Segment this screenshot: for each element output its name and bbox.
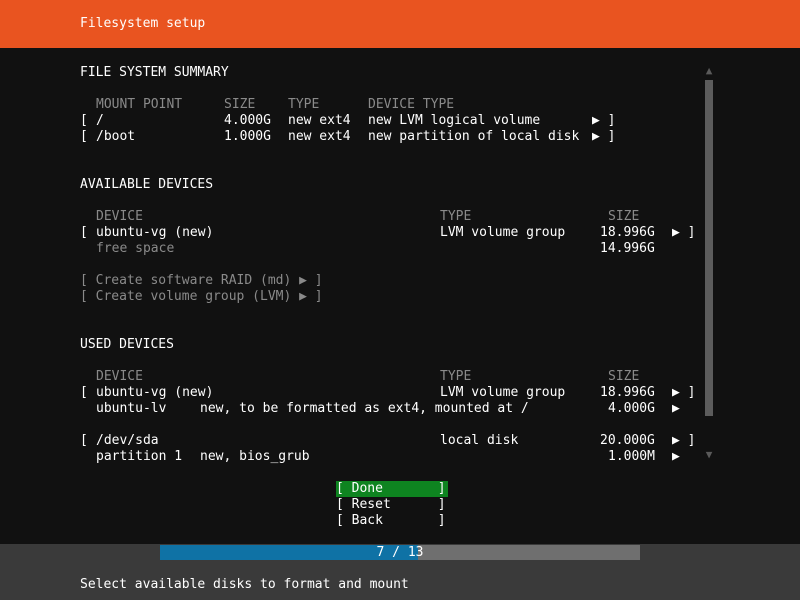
device-size: 18.996G	[600, 385, 655, 400]
progress-text: 7 / 13	[376, 545, 424, 560]
free-space-label: free space	[96, 241, 175, 256]
row-menu-arrow-icon[interactable]: ▶ ]	[672, 225, 695, 241]
mount-device-type: new LVM logical volume	[368, 113, 541, 128]
available-col-device: DEVICE	[96, 209, 143, 224]
free-space-size: 14.996G	[600, 241, 655, 256]
device-name: ubuntu-vg (new)	[96, 385, 214, 400]
row-menu-arrow-icon[interactable]: ▶ ]	[672, 433, 695, 449]
row-menu-arrow-icon[interactable]: ▶	[672, 449, 680, 465]
summary-col-size: SIZE	[224, 97, 256, 112]
device-name: partition 1	[96, 449, 183, 464]
summary-col-device-type: DEVICE TYPE	[368, 97, 455, 112]
row-bracket-open: [	[80, 225, 88, 240]
row-menu-arrow-icon[interactable]: ▶ ]	[672, 385, 695, 401]
summary-col-mount: MOUNT POINT	[96, 97, 183, 112]
mount-point: /	[96, 113, 104, 128]
mount-type: new ext4	[288, 129, 351, 144]
used-col-size: SIZE	[608, 369, 640, 384]
done-button[interactable]: [ Done ]	[336, 481, 448, 497]
device-size: 18.996G	[600, 225, 655, 240]
scrollbar-thumb[interactable]	[705, 80, 713, 416]
row-menu-arrow-icon[interactable]: ▶ ]	[592, 113, 615, 129]
available-col-size: SIZE	[608, 209, 640, 224]
summary-col-type: TYPE	[288, 97, 320, 112]
row-menu-arrow-icon[interactable]: ▶	[672, 401, 680, 417]
scroll-up-icon[interactable]: ▲	[704, 65, 714, 76]
row-bracket-open: [	[80, 385, 88, 400]
device-name: ubuntu-vg (new)	[96, 225, 214, 240]
available-col-type: TYPE	[440, 209, 472, 224]
device-type: LVM volume group	[440, 225, 566, 240]
used-col-type: TYPE	[440, 369, 472, 384]
scrollbar[interactable]	[705, 80, 713, 416]
footer-help-text: Select available disks to format and mou…	[80, 577, 409, 592]
used-col-device: DEVICE	[96, 369, 143, 384]
mount-point: /boot	[96, 129, 136, 144]
device-description: new, to be formatted as ext4, mounted at…	[200, 401, 529, 416]
device-type: local disk	[440, 433, 519, 448]
row-menu-arrow-icon[interactable]: ▶ ]	[592, 129, 615, 145]
progress-bar: 7 / 13	[160, 545, 640, 560]
device-description: new, bios_grub	[200, 449, 310, 464]
scroll-down-icon[interactable]: ▼	[704, 449, 714, 460]
create-raid-button[interactable]: [ Create software RAID (md) ▶ ]	[80, 273, 323, 289]
reset-button[interactable]: [ Reset ]	[336, 497, 448, 513]
device-size: 20.000G	[600, 433, 655, 448]
used-heading: USED DEVICES	[80, 337, 174, 352]
summary-heading: FILE SYSTEM SUMMARY	[80, 65, 229, 80]
row-bracket-open: [	[80, 113, 88, 128]
mount-device-type: new partition of local disk	[368, 129, 580, 144]
row-bracket-open: [	[80, 433, 88, 448]
device-size: 4.000G	[608, 401, 655, 416]
mount-type: new ext4	[288, 113, 351, 128]
create-volume-group-button[interactable]: [ Create volume group (LVM) ▶ ]	[80, 289, 323, 305]
device-name: /dev/sda	[96, 433, 159, 448]
mount-size: 4.000G	[224, 113, 271, 128]
row-bracket-open: [	[80, 129, 88, 144]
device-size: 1.000M	[608, 449, 655, 464]
filesystem-content: FILE SYSTEM SUMMARY MOUNT POINT SIZE TYP…	[0, 48, 800, 544]
mount-size: 1.000G	[224, 129, 271, 144]
available-heading: AVAILABLE DEVICES	[80, 177, 214, 192]
header-bar: Filesystem setup	[0, 0, 800, 48]
back-button[interactable]: [ Back ]	[336, 513, 448, 529]
device-type: LVM volume group	[440, 385, 566, 400]
page-title: Filesystem setup	[80, 16, 206, 31]
device-name: ubuntu-lv	[96, 401, 167, 416]
